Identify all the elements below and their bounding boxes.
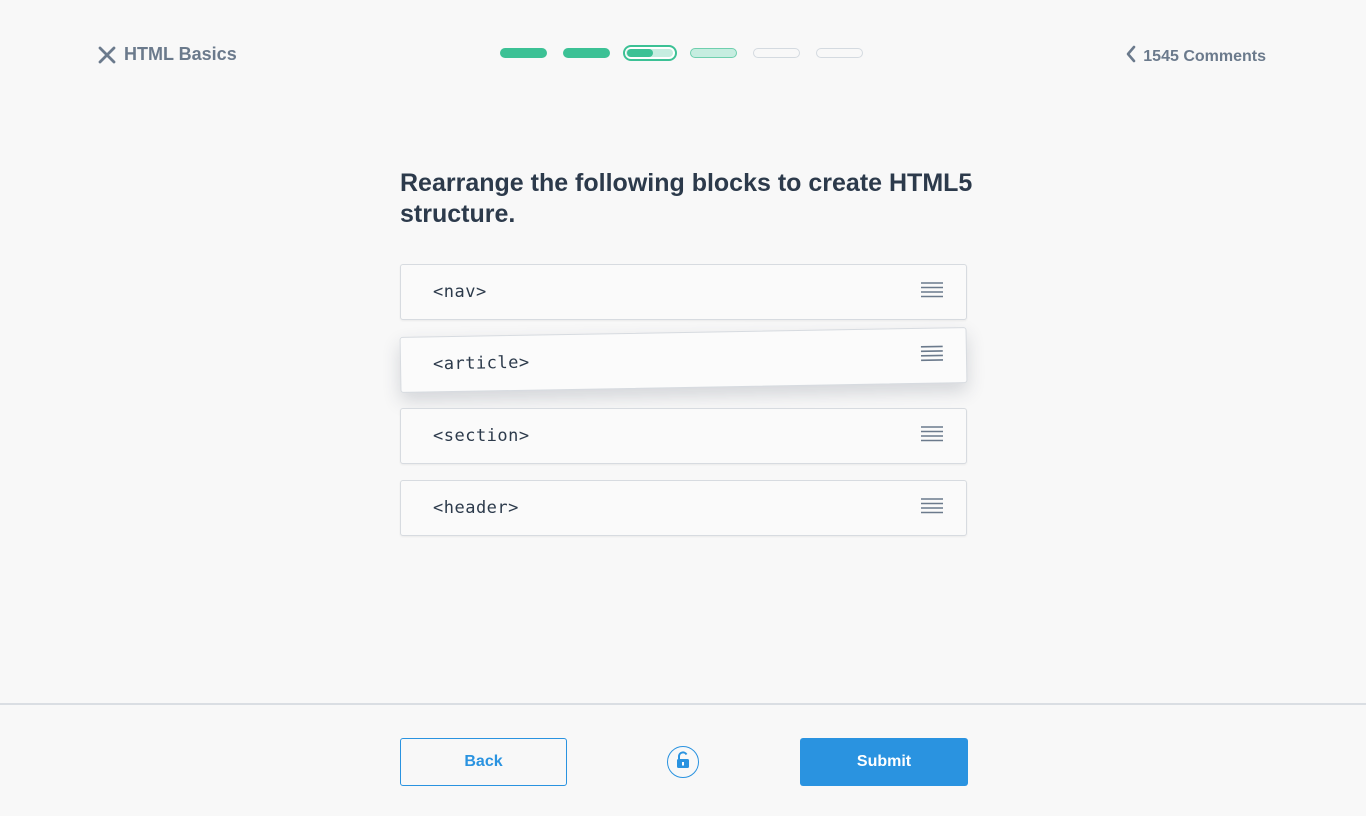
- progress-step-4: [690, 48, 737, 58]
- close-lesson-button[interactable]: HTML Basics: [98, 44, 237, 65]
- code-block-label: <nav>: [433, 282, 487, 302]
- code-block-nav[interactable]: <nav>: [400, 264, 967, 320]
- progress-step-3-current: [623, 45, 677, 61]
- code-block-article-dragging[interactable]: <article>: [399, 327, 968, 393]
- question-text: Rearrange the following blocks to create…: [400, 169, 973, 228]
- progress-step-5: [753, 48, 800, 58]
- back-button[interactable]: Back: [400, 738, 567, 786]
- progress-step-6: [816, 48, 863, 58]
- progress-step-1: [500, 48, 547, 58]
- drag-handle-icon[interactable]: [921, 497, 943, 520]
- drag-handle-icon[interactable]: [921, 281, 943, 304]
- lesson-title: HTML Basics: [124, 44, 237, 64]
- code-block-label: <section>: [433, 426, 530, 446]
- drag-handle-icon[interactable]: [920, 344, 944, 367]
- chevron-left-icon: [1125, 45, 1137, 68]
- progress-step-2: [563, 48, 610, 58]
- unlock-button[interactable]: [667, 746, 699, 778]
- drag-handle-icon[interactable]: [921, 425, 943, 448]
- close-icon: [98, 46, 116, 64]
- footer-bar: Back Submit: [0, 703, 1366, 816]
- comments-link[interactable]: 1545 Comments: [1125, 45, 1266, 68]
- submit-button[interactable]: Submit: [800, 738, 968, 786]
- code-block-section[interactable]: <section>: [400, 408, 967, 464]
- code-block-label: <article>: [432, 352, 530, 375]
- lesson-progress: [500, 45, 863, 61]
- code-block-label: <header>: [433, 498, 519, 518]
- comments-count-label: 1545 Comments: [1143, 47, 1266, 65]
- code-block-header[interactable]: <header>: [400, 480, 967, 536]
- unlock-icon: [675, 750, 691, 774]
